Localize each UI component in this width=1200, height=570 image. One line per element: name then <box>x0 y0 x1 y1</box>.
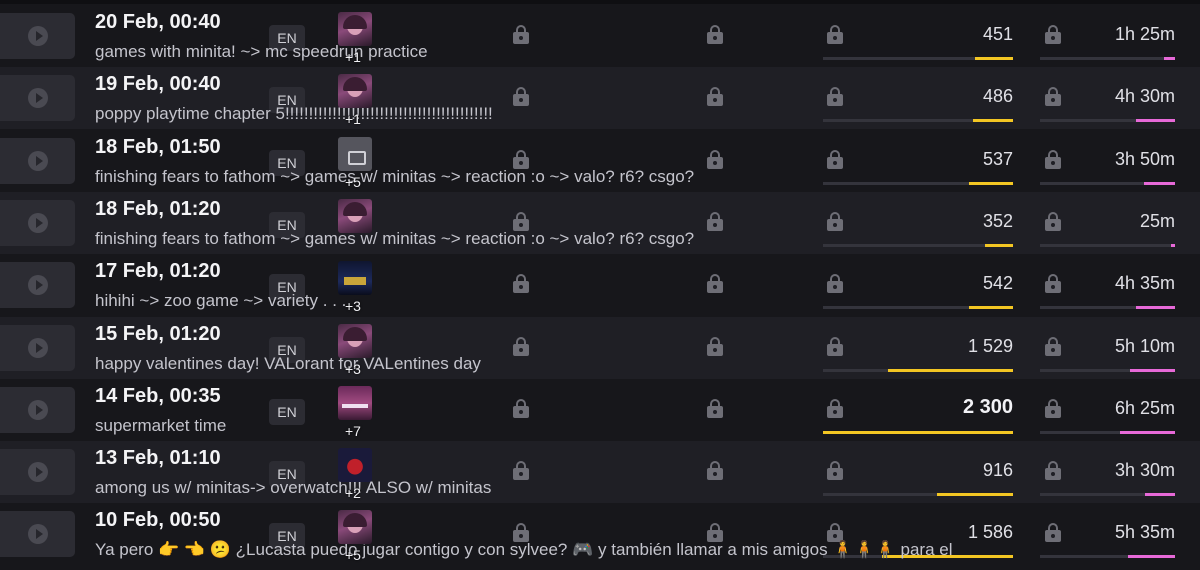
duration-bar-fill <box>1145 493 1175 497</box>
table-row[interactable]: 10 Feb, 00:50 EN +5 Ya pero 👉 👈 😕 ¿Lucas… <box>0 503 1200 565</box>
stream-title: happy valentines day! VALorant for VALen… <box>95 353 481 373</box>
duration-bar-fill <box>1127 555 1175 559</box>
duration-bar-fill <box>1164 57 1175 60</box>
duration-bar <box>1040 368 1175 372</box>
more-games-count: +2 <box>345 485 361 502</box>
game-thumbnail[interactable] <box>338 323 372 358</box>
duration-bar <box>1040 493 1175 497</box>
stream-title: poppy playtime chapter 5!!!!!!!!!!!!!!!!… <box>95 104 493 124</box>
stream-date: 15 Feb, 01:20 <box>95 322 221 345</box>
game-thumbnail[interactable] <box>338 385 372 420</box>
more-games-count: +1 <box>345 111 361 128</box>
stream-date: 18 Feb, 01:50 <box>95 135 221 158</box>
table-row[interactable]: 18 Feb, 01:20 EN finishing fears to fath… <box>0 191 1200 254</box>
more-games-count: +3 <box>345 360 361 377</box>
play-vod-button[interactable] <box>0 13 75 59</box>
more-games-count: +1 <box>345 49 361 65</box>
play-vod-button[interactable] <box>0 449 75 496</box>
stream-title: finishing fears to fathom ~> games w/ mi… <box>95 228 695 248</box>
stream-title: games with minita! ~> mc speedrun practi… <box>95 42 428 61</box>
play-vod-button[interactable] <box>0 511 75 558</box>
table-row[interactable]: 18 Feb, 01:50 EN +5 finishing fears to f… <box>0 130 1200 192</box>
stream-duration: 6h 25m <box>1114 397 1175 418</box>
stream-duration: 4h 30m <box>1114 86 1175 107</box>
game-thumbnail[interactable] <box>338 261 372 296</box>
table-row[interactable]: 19 Feb, 00:40 EN +1 poppy playtime chapt… <box>0 67 1200 130</box>
play-icon <box>27 212 48 233</box>
stream-title: supermarket time <box>95 415 227 435</box>
more-games-count: +7 <box>345 422 361 439</box>
play-vod-button[interactable] <box>0 75 75 122</box>
duration-bar <box>1040 306 1175 310</box>
stream-date: 10 Feb, 00:50 <box>95 509 221 532</box>
duration-bar <box>1040 430 1175 434</box>
table-row[interactable]: 14 Feb, 00:35 EN +7 supermarket time 2 3… <box>0 379 1200 441</box>
more-games-count: +3 <box>345 298 361 315</box>
stream-date: 17 Feb, 01:20 <box>95 260 221 283</box>
play-vod-button[interactable] <box>0 386 75 433</box>
game-thumbnail[interactable] <box>338 510 372 545</box>
duration-bar <box>1040 243 1175 247</box>
play-icon <box>27 337 48 358</box>
game-thumbnail[interactable] <box>338 198 372 233</box>
play-icon <box>27 462 48 483</box>
more-games-count: +5 <box>345 173 361 190</box>
stream-duration: 25m <box>1139 210 1175 231</box>
stream-title: finishing fears to fathom ~> games w/ mi… <box>95 166 695 186</box>
duration-bar-fill <box>1119 430 1175 434</box>
game-thumbnail[interactable] <box>338 136 372 171</box>
stream-date: 20 Feb, 00:40 <box>95 11 221 33</box>
game-thumbnail[interactable] <box>338 448 372 483</box>
table-row[interactable]: 20 Feb, 00:40 EN +1 games with minita! ~… <box>0 5 1200 67</box>
table-row[interactable]: 17 Feb, 01:20 EN +3 hihihi ~> zoo game ~… <box>0 254 1200 316</box>
play-vod-button[interactable] <box>0 262 75 309</box>
game-thumbnail[interactable] <box>338 12 372 46</box>
duration-bar-fill <box>1130 368 1175 372</box>
duration-bar-fill <box>1135 306 1175 310</box>
stream-duration: 1h 25m <box>1114 24 1175 44</box>
play-vod-button[interactable] <box>0 137 75 184</box>
stream-date: 14 Feb, 00:35 <box>95 384 221 407</box>
stream-duration: 5h 10m <box>1114 335 1175 356</box>
stream-duration: 5h 35m <box>1114 522 1175 543</box>
duration-bar <box>1040 181 1175 185</box>
stream-date: 13 Feb, 01:10 <box>95 447 221 470</box>
duration-bar <box>1040 57 1175 60</box>
play-icon <box>27 150 48 171</box>
play-icon <box>27 275 48 296</box>
stream-title: hihihi ~> zoo game ~> variety . . . <box>95 291 347 311</box>
play-vod-button[interactable] <box>0 199 75 246</box>
table-row[interactable]: 13 Feb, 01:10 EN +2 among us w/ minitas-… <box>0 441 1200 504</box>
play-icon <box>27 524 48 545</box>
stream-title: among us w/ minitas-> overwatch!!! ALSO … <box>95 478 492 498</box>
play-icon <box>27 26 48 46</box>
stream-date: 19 Feb, 00:40 <box>95 73 221 96</box>
play-icon <box>27 88 48 109</box>
stream-duration: 3h 50m <box>1114 148 1175 169</box>
play-icon <box>27 399 48 420</box>
more-games-count: +5 <box>345 547 361 564</box>
duration-bar-fill <box>1135 119 1175 123</box>
stream-duration: 4h 35m <box>1114 273 1175 294</box>
stream-history-table: 20 Feb, 00:40 EN +1 games with minita! ~… <box>0 0 1200 570</box>
table-top-border <box>0 0 1200 4</box>
stream-duration: 3h 30m <box>1114 460 1175 481</box>
stream-title: Ya pero 👉 👈 😕 ¿Lucasta puedo jugar conti… <box>95 540 953 560</box>
play-vod-button[interactable] <box>0 324 75 371</box>
duration-bar-fill <box>1143 181 1175 185</box>
game-thumbnail[interactable] <box>338 74 372 109</box>
duration-bar-fill <box>1170 243 1175 247</box>
duration-bar <box>1040 119 1175 123</box>
stream-date: 18 Feb, 01:20 <box>95 197 221 220</box>
table-row[interactable]: 15 Feb, 01:20 EN +3 happy valentines day… <box>0 316 1200 379</box>
duration-bar <box>1040 555 1175 559</box>
